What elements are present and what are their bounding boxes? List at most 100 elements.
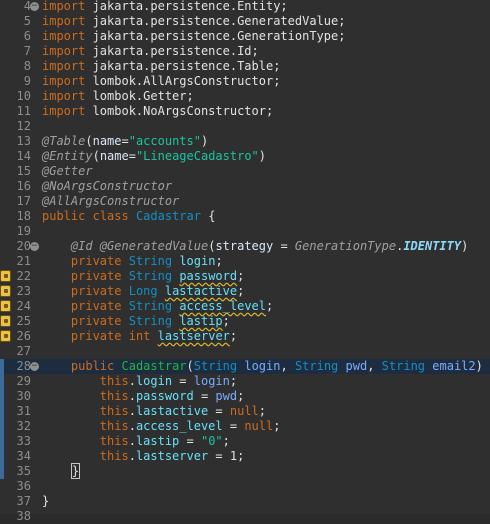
line-number: 38 [16, 509, 31, 523]
code-token: name [92, 134, 122, 148]
code-token: this [99, 374, 129, 388]
code-token: ; [273, 419, 281, 433]
code-text: @Table(name="accounts") [42, 134, 208, 149]
code-token: import [42, 89, 86, 103]
line-number: 11 [16, 104, 31, 118]
code-line[interactable]: 19 [0, 224, 490, 239]
code-line[interactable]: 34 this.lastserver = 1; [0, 449, 490, 464]
code-token: class [92, 209, 129, 223]
code-token: lastactive [164, 284, 238, 298]
code-line[interactable]: 14 @Entity(name="LineageCadastro") [0, 149, 490, 164]
code-line[interactable]: 4 import jakarta.persistence.Entity; [0, 0, 490, 14]
code-text: private String login; [42, 254, 223, 269]
line-number: 24 [16, 299, 31, 313]
code-line[interactable]: 30 this.password = pwd; [0, 389, 490, 404]
code-token: { [200, 209, 216, 223]
code-token: String [128, 314, 173, 328]
code-line[interactable]: 23 private Long lastactive; [0, 284, 490, 299]
code-token: private [70, 254, 122, 268]
code-token: jakarta.persistence.Table; [85, 59, 281, 73]
code-token: ; [222, 314, 230, 328]
fold-collapse-icon[interactable] [30, 242, 39, 251]
code-token: email2 [432, 359, 476, 373]
code-line[interactable]: 20 @Id @GeneratedValue(strategy = Genera… [0, 239, 490, 254]
code-token: private [70, 284, 122, 298]
code-line[interactable]: 22 private String password; [0, 269, 490, 284]
code-line[interactable]: 7 import jakarta.persistence.Id; [0, 44, 490, 59]
code-token: @Entity [42, 149, 93, 163]
code-line[interactable]: 13 @Table(name="accounts") [0, 134, 490, 149]
code-token: login [179, 254, 216, 268]
line-number: 35 [16, 464, 31, 478]
code-line[interactable]: 16 @NoArgsConstructor [0, 179, 490, 194]
code-token: Cadastrar [121, 359, 187, 373]
code-line[interactable]: 8 import jakarta.persistence.Table; [0, 59, 490, 74]
code-token: @GeneratedValue [99, 239, 209, 253]
code-line[interactable]: 37} [0, 494, 490, 509]
code-token: int [128, 329, 151, 343]
code-token: ; [229, 329, 238, 343]
code-token: private [70, 329, 122, 343]
code-token: String [128, 299, 173, 313]
code-token: @Getter [42, 164, 93, 178]
code-token: ) [200, 134, 209, 148]
code-line[interactable]: 26 private int lastserver; [0, 329, 490, 344]
code-line[interactable]: 25 private String lastip; [0, 314, 490, 329]
code-line[interactable]: 17 @AllArgsConstructor [0, 194, 490, 209]
code-line[interactable]: 36 [0, 479, 490, 494]
code-token: this [99, 389, 129, 403]
code-line[interactable]: 12 [0, 119, 490, 134]
code-line[interactable]: 33 this.lastip = "0"; [0, 434, 490, 449]
code-text: this.access_level = null; [42, 419, 281, 434]
code-text: } [42, 463, 81, 479]
code-line[interactable]: 32 this.access_level = null; [0, 419, 490, 434]
line-number: 16 [16, 179, 31, 193]
code-token: @NoArgsConstructor [42, 179, 173, 193]
code-line[interactable]: 10 import lombok.Getter; [0, 89, 490, 104]
fold-collapse-icon[interactable] [30, 2, 39, 11]
code-token: import [42, 44, 86, 58]
code-token: access_level [179, 299, 267, 313]
code-line[interactable]: 29 this.login = login; [0, 374, 490, 389]
code-line[interactable]: 38 [0, 509, 490, 524]
code-token: . [128, 449, 136, 463]
code-line[interactable]: 35 } [0, 463, 490, 479]
line-number: 34 [16, 449, 31, 463]
fold-collapse-icon[interactable] [30, 362, 39, 371]
code-token: lastip [135, 434, 180, 448]
code-line[interactable]: 21 private String login; [0, 254, 490, 269]
code-token: = 1; [208, 449, 245, 463]
code-token: String [193, 359, 238, 373]
code-line[interactable]: 24 private String access_level; [0, 299, 490, 314]
code-line[interactable]: 31 this.lastactive = null; [0, 404, 490, 419]
code-token: lastserver [135, 449, 209, 463]
code-token: } [42, 494, 50, 508]
code-token: String [128, 254, 173, 268]
code-line[interactable]: 18 public class Cadastrar { [0, 209, 490, 224]
code-line[interactable]: 6 import jakarta.persistence.GenerationTy… [0, 29, 490, 44]
line-number: 14 [16, 149, 31, 163]
code-token: } [70, 463, 81, 479]
code-line[interactable]: 27 [0, 344, 490, 359]
code-token: String [294, 359, 339, 373]
code-token: "accounts" [128, 134, 201, 148]
code-token: IDENTITY [403, 239, 462, 253]
code-editor[interactable]: 4 import jakarta.persistence.Entity; 5 impo… [0, 0, 490, 523]
line-number: 4 [23, 0, 31, 13]
code-text: public class Cadastrar { [42, 209, 215, 224]
code-line[interactable]: 28 public Cadastrar(String login, String… [0, 359, 490, 374]
code-line[interactable]: 5 import jakarta.persistence.GeneratedVal… [0, 14, 490, 29]
code-text: import jakarta.persistence.Entity; [42, 0, 288, 14]
code-token: String [381, 359, 426, 373]
code-line[interactable]: 11 import lombok.NoArgsConstructor; [0, 104, 490, 119]
code-text: import jakarta.persistence.Id; [42, 44, 259, 59]
code-token: import [42, 0, 86, 13]
code-line[interactable]: 9 import lombok.AllArgsConstructor; [0, 74, 490, 89]
code-line[interactable]: 15 @Getter [0, 164, 490, 179]
